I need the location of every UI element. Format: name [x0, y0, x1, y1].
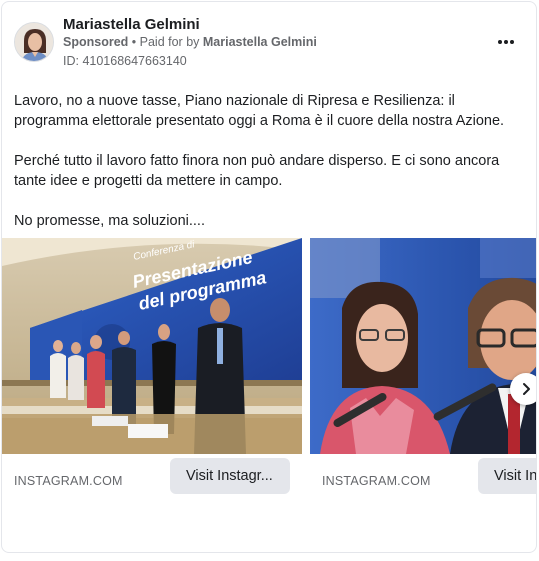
carousel-next-button[interactable] — [510, 373, 536, 405]
carousel-card[interactable]: Conferenza di Presentazione del programm… — [2, 238, 302, 503]
post-text: Lavoro, no a nuove tasse, Piano nazional… — [14, 91, 524, 251]
page-name[interactable]: Mariastella Gelmini — [63, 16, 200, 33]
visit-instagram-button[interactable]: Visit Instagr... — [170, 458, 290, 494]
paid-for-prefix: Paid for by — [139, 35, 200, 49]
post-paragraph: No promesse, ma soluzioni.... — [14, 213, 205, 229]
chevron-right-icon — [523, 383, 530, 395]
more-horizontal-icon-dot — [504, 40, 508, 44]
sponsored-line: Sponsored • Paid for by Mariastella Gelm… — [63, 35, 317, 49]
card-domain: INSTAGRAM.COM — [14, 474, 123, 488]
ad-id: ID: 410168647663140 — [63, 54, 187, 68]
paid-for-name: Mariastella Gelmini — [202, 35, 317, 49]
card-domain: INSTAGRAM.COM — [322, 474, 431, 488]
separator-dot: • — [131, 35, 140, 49]
ad-card: Mariastella Gelmini Sponsored • Paid for… — [1, 1, 537, 553]
more-horizontal-icon — [498, 40, 502, 44]
carousel-image[interactable] — [310, 238, 536, 454]
carousel-card[interactable]: INSTAGRAM.COM Visit Ins — [310, 238, 536, 503]
more-options-button[interactable] — [494, 34, 518, 50]
carousel: Conferenza di Presentazione del programm… — [2, 238, 536, 552]
more-horizontal-icon-dot — [510, 40, 514, 44]
post-paragraph: Perché tutto il lavoro fatto finora non … — [14, 153, 500, 189]
sponsored-label[interactable]: Sponsored — [63, 35, 128, 49]
post-paragraph: Lavoro, no a nuove tasse, Piano nazional… — [14, 93, 505, 129]
avatar[interactable] — [14, 22, 54, 62]
visit-instagram-button[interactable]: Visit Ins — [478, 458, 536, 494]
carousel-image[interactable]: Conferenza di Presentazione del programm… — [2, 238, 302, 454]
